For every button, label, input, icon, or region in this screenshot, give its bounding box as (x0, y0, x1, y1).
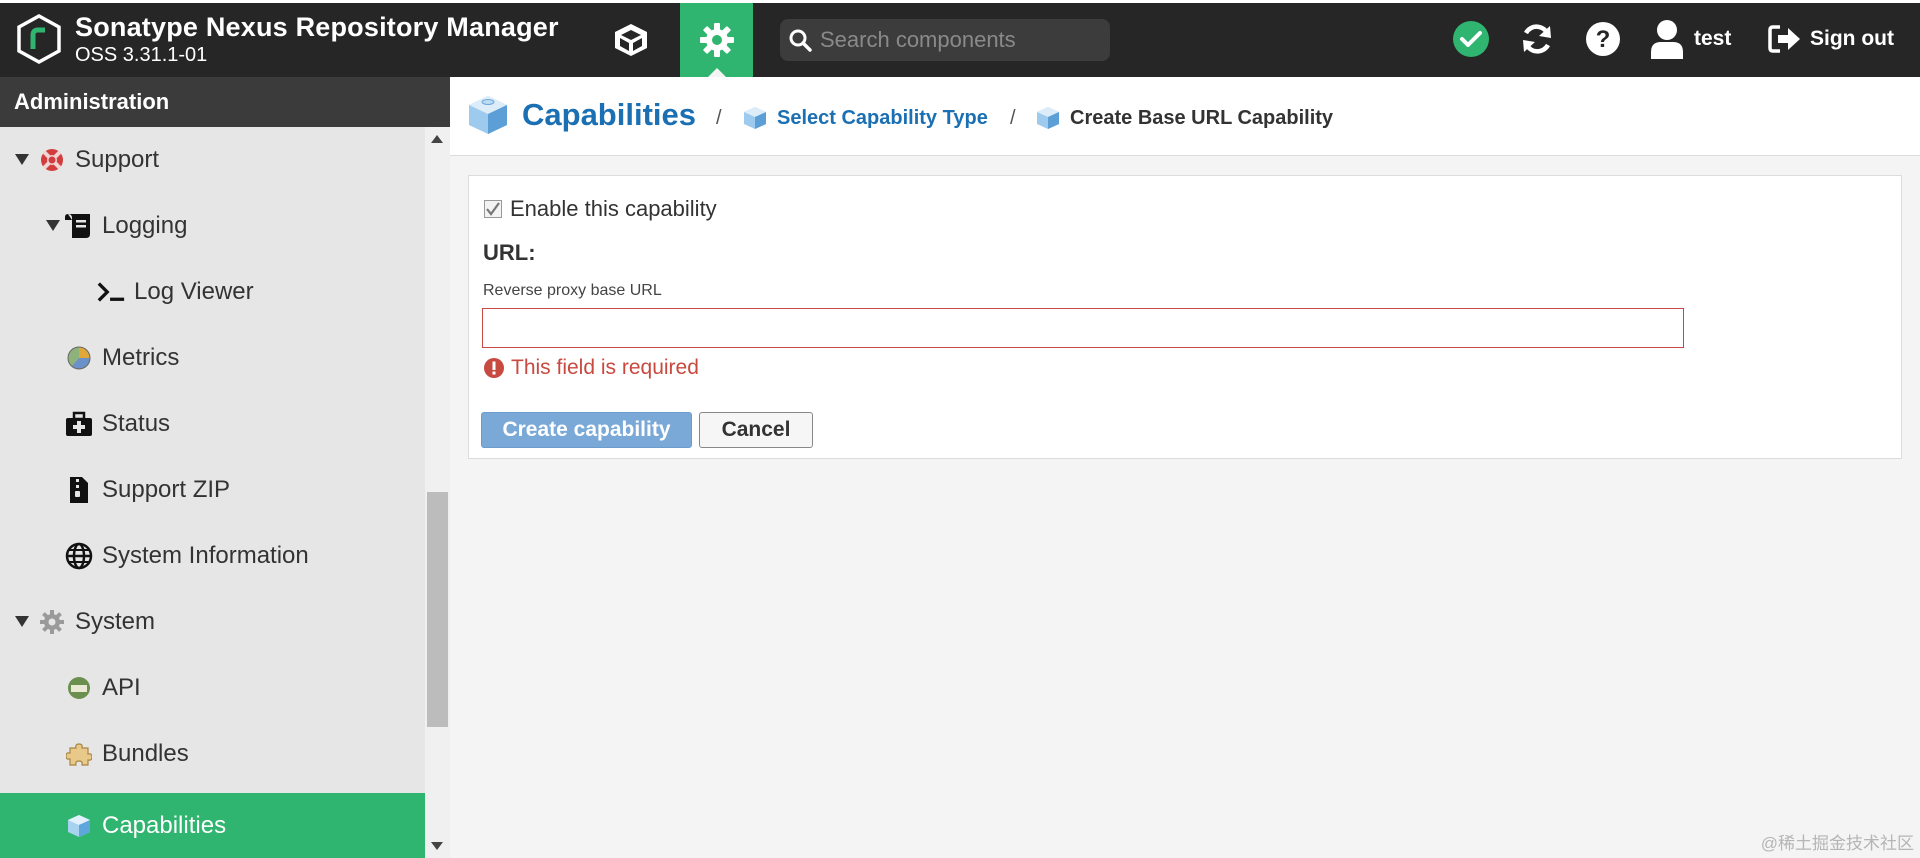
enable-capability-label: Enable this capability (510, 196, 717, 221)
sidebar-title: Administration (0, 77, 450, 127)
scrollbar-thumb[interactable] (427, 492, 448, 727)
sidebar-item-capabilities[interactable]: Capabilities (0, 793, 425, 858)
base-url-field-label: Reverse proxy base URL (483, 282, 662, 299)
gear-icon (699, 23, 734, 57)
app-version: OSS 3.31.1-01 (75, 44, 208, 66)
scroll-up-arrow-icon[interactable] (431, 135, 443, 143)
enable-capability-checkbox-row[interactable]: Enable this capability (484, 196, 717, 222)
sidebar-item-api[interactable]: API (0, 655, 425, 721)
create-capability-button[interactable]: Create capability (481, 412, 692, 448)
sidebar-item-system[interactable]: System (0, 589, 425, 655)
breadcrumb-current-page: Create Base URL Capability (1070, 107, 1334, 129)
cube-icon (64, 811, 94, 841)
breadcrumb-separator: / (1010, 107, 1016, 129)
expand-arrow-icon[interactable] (44, 217, 62, 235)
svg-text:?: ? (1596, 26, 1611, 53)
cube-icon (614, 24, 647, 56)
sign-out-icon (1768, 25, 1800, 53)
sidebar-item-label: API (102, 674, 141, 701)
header-top-line (0, 0, 1920, 3)
refresh-icon[interactable] (1516, 18, 1558, 60)
user-menu[interactable]: test (1650, 17, 1731, 61)
error-icon (484, 358, 504, 378)
field-error: This field is required (483, 356, 699, 380)
sidebar-item-label: Logging (102, 212, 188, 239)
user-icon (1651, 20, 1683, 59)
sidebar-item-label: System Information (102, 542, 309, 569)
app-title: Sonatype Nexus Repository Manager (75, 12, 559, 42)
user-name: test (1694, 27, 1732, 50)
cancel-button[interactable]: Cancel (699, 412, 813, 448)
base-url-input[interactable] (482, 308, 1684, 348)
sidebar-item-label: Bundles (102, 740, 189, 767)
zip-file-icon (64, 475, 94, 505)
cube-icon (744, 107, 766, 129)
search-icon (780, 19, 820, 61)
checkmark-icon (486, 202, 500, 216)
support-icon (37, 145, 67, 175)
logging-icon (64, 211, 94, 241)
breadcrumb-separator: / (716, 107, 722, 129)
main-content: Capabilities / Select Capability Type / … (450, 77, 1920, 858)
sidebar-item-label: Status (102, 410, 171, 437)
sidebar-item-bundles[interactable]: Bundles (0, 721, 425, 787)
gear-icon (37, 607, 67, 637)
sign-out-label: Sign out (1810, 27, 1894, 50)
cube-icon (1037, 107, 1059, 129)
sidebar-item-label: Log Viewer (134, 278, 254, 305)
scroll-down-arrow-icon[interactable] (431, 842, 443, 850)
sidebar-item-label: System (75, 608, 156, 635)
breadcrumb-capabilities-link[interactable]: Capabilities (522, 97, 696, 133)
help-icon[interactable]: ? (1582, 18, 1624, 60)
url-section-heading: URL: (483, 240, 536, 265)
system-status-icon[interactable] (1450, 18, 1492, 60)
expand-arrow-icon[interactable] (13, 151, 31, 169)
capabilities-cube-icon (469, 96, 507, 134)
expand-arrow-icon[interactable] (13, 613, 31, 631)
breadcrumb-select-capability-type-link[interactable]: Select Capability Type (777, 107, 988, 130)
watermark-text: @稀土掘金技术社区 (1760, 834, 1914, 853)
globe-icon (64, 541, 94, 571)
sidebar-item-log-viewer[interactable]: Log Viewer (0, 259, 425, 325)
sidebar-item-support-zip[interactable]: Support ZIP (0, 457, 425, 523)
sidebar-item-label: Support ZIP (102, 476, 231, 503)
enable-capability-checkbox[interactable] (484, 200, 502, 218)
admin-sidebar: Administration Support Logging Log Viewe… (0, 77, 450, 858)
sidebar-item-label: Support (75, 146, 160, 173)
administration-button[interactable] (680, 3, 753, 77)
admin-nav-tree: Support Logging Log Viewer Metrics Statu… (0, 127, 425, 858)
sidebar-item-label: Metrics (102, 344, 180, 371)
api-icon (64, 673, 94, 703)
sign-out-button[interactable]: Sign out (1768, 19, 1894, 59)
medkit-icon (64, 409, 94, 439)
metrics-icon (64, 343, 94, 373)
top-header: Sonatype Nexus Repository Manager OSS 3.… (0, 0, 1920, 77)
terminal-icon (96, 277, 126, 307)
breadcrumb: Capabilities / Select Capability Type / … (450, 77, 1920, 156)
sidebar-item-logging[interactable]: Logging (0, 193, 425, 259)
sidebar-item-system-information[interactable]: System Information (0, 523, 425, 589)
browse-button[interactable] (594, 3, 667, 77)
field-error-text: This field is required (511, 356, 699, 379)
sidebar-item-metrics[interactable]: Metrics (0, 325, 425, 391)
puzzle-icon (64, 739, 94, 769)
sidebar-scrollbar[interactable] (425, 127, 450, 858)
sidebar-item-label: Capabilities (102, 812, 227, 839)
nexus-logo-icon[interactable] (16, 14, 62, 64)
sidebar-item-status[interactable]: Status (0, 391, 425, 457)
sidebar-item-support[interactable]: Support (0, 127, 425, 193)
search-input[interactable] (820, 27, 1100, 53)
create-capability-form: Enable this capability URL: Reverse prox… (468, 175, 1902, 459)
search-box (780, 19, 1110, 61)
